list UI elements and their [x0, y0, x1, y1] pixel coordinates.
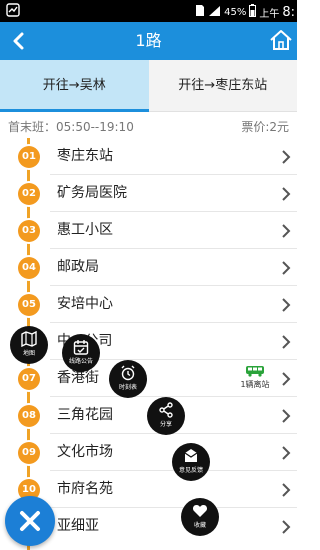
sim-icon [195, 4, 205, 20]
list-item[interactable]: 09 文化市场 [0, 434, 297, 471]
close-menu-button[interactable] [5, 496, 55, 546]
status-bar: 45% 上午 8: [0, 0, 297, 22]
stop-number: 04 [18, 257, 40, 279]
share-button[interactable]: 分享 [147, 397, 185, 435]
stop-name: 矿务局医院 [57, 185, 127, 201]
stop-name: 市府名苑 [57, 481, 113, 497]
favorite-label: 收藏 [193, 522, 206, 529]
chevron-right-icon [281, 186, 291, 201]
route-notice-label: 线路公告 [68, 358, 93, 365]
stop-name: 文化市场 [57, 444, 113, 460]
home-icon[interactable] [269, 28, 293, 52]
fare-price: 票价:2元 [241, 120, 289, 134]
direction-tabs: 开往→吴林 开往→枣庄东站 [0, 60, 297, 112]
list-item[interactable]: 05 安培中心 [0, 286, 297, 323]
stop-number: 01 [18, 146, 40, 168]
app-bar: 1路 [0, 22, 297, 60]
chevron-right-icon [281, 297, 291, 312]
stop-number: 08 [18, 405, 40, 427]
map-icon [21, 331, 37, 347]
stop-number: 09 [18, 442, 40, 464]
chevron-right-icon [281, 149, 291, 164]
timetable-label: 时刻表 [118, 384, 137, 391]
tab-arrow: → [68, 78, 80, 93]
time-period: 上午 [259, 8, 280, 20]
tab-destination: 枣庄东站 [215, 78, 268, 93]
chevron-right-icon [281, 519, 291, 534]
map-button[interactable]: 地图 [10, 326, 48, 364]
stop-number: 05 [18, 294, 40, 316]
chevron-right-icon [281, 223, 291, 238]
clock: 8: [282, 4, 295, 20]
stop-number: 02 [18, 183, 40, 205]
route-info: 首末班：05:50--19:10 票价:2元 [0, 114, 297, 138]
timetable-button[interactable]: 时刻表 [109, 360, 147, 398]
share-icon [159, 402, 173, 418]
stop-name: 安培中心 [57, 296, 113, 312]
notification-icon [6, 3, 20, 20]
chevron-right-icon [281, 445, 291, 460]
service-hours: 首末班：05:50--19:10 [8, 120, 134, 134]
feedback-mail-icon [184, 449, 198, 462]
route-notice-button[interactable]: 线路公告 [62, 334, 100, 372]
bus-position-indicator: 1辆离站 [235, 360, 275, 390]
tab-prefix: 开往 [178, 78, 205, 93]
chevron-right-icon [281, 408, 291, 423]
heart-icon [192, 505, 208, 517]
close-icon [20, 511, 40, 531]
battery-percent: 45% [224, 6, 247, 18]
signal-icon [208, 5, 221, 20]
stop-number: 07 [18, 368, 40, 390]
stop-name: 亚细亚 [57, 518, 99, 534]
chevron-right-icon [281, 371, 291, 386]
stop-name: 惠工小区 [57, 222, 113, 238]
list-item[interactable]: 02 矿务局医院 [0, 175, 297, 212]
list-item[interactable]: 07 香港街 1辆离站 [0, 360, 297, 397]
stop-name: 枣庄东站 [57, 148, 113, 164]
stop-name: 邮政局 [57, 259, 99, 275]
list-item[interactable]: 03 惠工小区 [0, 212, 297, 249]
battery-icon [249, 4, 257, 20]
map-label: 地图 [22, 350, 35, 357]
tab-direction-wulin[interactable]: 开往→吴林 [0, 60, 149, 112]
feedback-button[interactable]: 意见反馈 [172, 443, 210, 481]
calendar-check-icon [73, 340, 89, 355]
bus-status-label: 1辆离站 [240, 380, 270, 389]
stop-name: 三角花园 [57, 407, 113, 423]
chevron-right-icon [281, 260, 291, 275]
page-title: 1路 [135, 31, 162, 50]
tab-arrow: → [204, 78, 216, 93]
list-item[interactable]: 01 枣庄东站 [0, 138, 297, 175]
stop-number: 03 [18, 220, 40, 242]
feedback-label: 意见反馈 [178, 467, 203, 474]
list-item[interactable]: 04 邮政局 [0, 249, 297, 286]
bus-icon [246, 366, 264, 377]
tab-destination: 吴林 [79, 78, 106, 93]
chevron-right-icon [281, 482, 291, 497]
tab-prefix: 开往 [42, 78, 69, 93]
chevron-right-icon [281, 334, 291, 349]
tab-direction-zaozhuang-east[interactable]: 开往→枣庄东站 [148, 60, 297, 112]
favorite-button[interactable]: 收藏 [181, 498, 219, 536]
share-label: 分享 [159, 421, 172, 428]
alarm-clock-icon [121, 365, 135, 381]
